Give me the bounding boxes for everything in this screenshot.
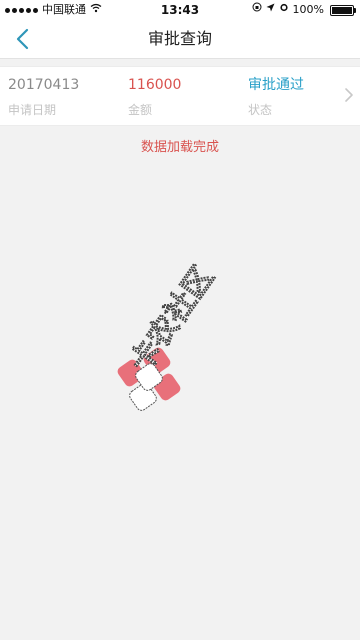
status-label: 状态	[248, 103, 273, 117]
navigation-bar: 审批查询	[0, 20, 360, 59]
application-date-value: 20170413	[8, 77, 80, 93]
status-column: 审批通过 状态	[248, 75, 304, 119]
chevron-right-icon	[345, 88, 353, 102]
amount-value: 116000	[128, 77, 182, 93]
status-value: 审批通过	[248, 77, 304, 93]
amount-column: 116000 金额	[128, 75, 181, 119]
date-column: 20170413 申请日期	[8, 75, 79, 119]
status-bar-right: 100%	[252, 0, 356, 20]
location-arrow-icon	[266, 0, 275, 20]
application-date-label: 申请日期	[8, 103, 57, 117]
amount-label: 金额	[128, 103, 153, 117]
alarm-clock-icon	[279, 0, 289, 20]
page-title: 审批查询	[147, 29, 212, 48]
status-bar: 中国联通 13:43 100%	[0, 0, 360, 20]
load-status-message: 数据加载完成	[140, 140, 219, 155]
watermark-text: 卡农社区	[123, 260, 221, 379]
rotation-lock-icon	[252, 0, 262, 20]
battery-percent: 100%	[292, 3, 324, 16]
watermark-logo: 卡农社区	[117, 260, 221, 411]
battery-icon	[330, 4, 356, 16]
approval-record-row[interactable]: 20170413 申请日期 116000 金额 审批通过 状态	[0, 66, 360, 126]
svg-text:卡农社区: 卡农社区	[123, 260, 220, 378]
battery-fill	[332, 6, 352, 14]
